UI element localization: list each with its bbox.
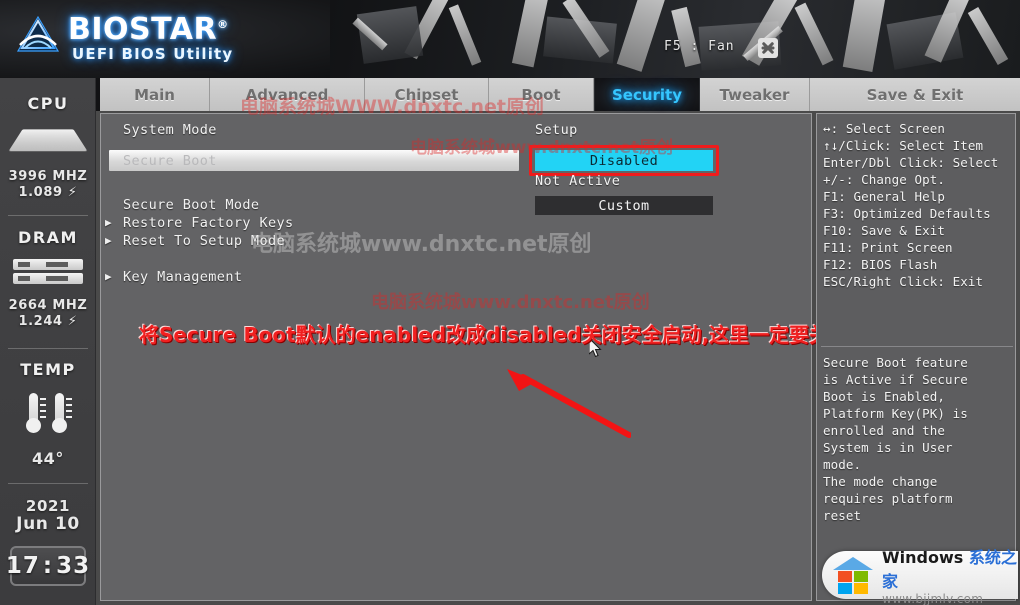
help-desc-line: Platform Key(PK) is bbox=[823, 406, 968, 421]
secure-boot-mode-value[interactable]: Custom bbox=[535, 196, 713, 215]
cpu-voltage: 1.089 ⚡ bbox=[18, 185, 78, 200]
clock-date: Jun 10 bbox=[16, 514, 80, 534]
help-key-line: F3: Optimized Defaults bbox=[823, 206, 991, 221]
site-url: www.bjjmlv.com bbox=[882, 592, 984, 605]
thermometer-icon bbox=[22, 393, 74, 435]
tab-main[interactable]: Main bbox=[100, 78, 210, 111]
biostar-mark-icon bbox=[16, 15, 60, 55]
clock-display: 17 : 33 bbox=[6, 546, 89, 586]
cpu-chip-icon bbox=[8, 123, 88, 153]
help-panel: ↔: Select Screen ↑↓/Click: Select Item E… bbox=[816, 113, 1016, 601]
annotation-text: 将Secure Boot默认的enabled改成disabled关闭安全启动,这… bbox=[139, 323, 850, 347]
tab-save-and-exit[interactable]: Save & Exit bbox=[810, 78, 1020, 111]
help-description: Secure Boot feature is Active if Secure … bbox=[823, 354, 1015, 524]
cpu-title: CPU bbox=[27, 94, 69, 113]
help-key-line: Enter/Dbl Click: Select bbox=[823, 155, 999, 170]
sidebar-dram-block: DRAM 2664 MHZ 1.244 ⚡ bbox=[0, 228, 96, 330]
help-key-list: ↔: Select Screen ↑↓/Click: Select Item E… bbox=[823, 120, 1013, 290]
secure-boot-state: Not Active bbox=[535, 173, 621, 189]
clock-year: 2021 bbox=[25, 497, 71, 515]
help-key-line: ↔: Select Screen bbox=[823, 121, 946, 136]
help-desc-line: Boot is Enabled, bbox=[823, 389, 946, 404]
dram-module-icon bbox=[13, 259, 83, 284]
help-desc-line: Secure Boot feature bbox=[823, 355, 968, 370]
watermark-grey-mid: 电脑系统城www.dnxtc.net原创 bbox=[251, 232, 592, 257]
tab-chipset[interactable]: Chipset bbox=[365, 78, 489, 111]
tab-advanced[interactable]: Advanced bbox=[210, 78, 365, 111]
biostar-logo: BIOSTAR® UEFI BIOS Utility bbox=[16, 12, 316, 68]
help-key-line: ↑↓/Click: Select Item bbox=[823, 138, 984, 153]
clock-minutes: 33 bbox=[56, 553, 91, 579]
dram-title: DRAM bbox=[18, 228, 78, 247]
help-key-line: F11: Print Screen bbox=[823, 240, 953, 255]
help-desc-line: reset bbox=[823, 508, 862, 523]
settings-panel: System Mode Setup Secure Boot Disabled N… bbox=[100, 113, 849, 601]
clock-colon: : bbox=[42, 553, 54, 579]
help-key-line: +/-: Change Opt. bbox=[823, 172, 946, 187]
annotation-highlight-box bbox=[529, 145, 719, 176]
temp-title: TEMP bbox=[20, 360, 76, 379]
top-banner: BIOSTAR® UEFI BIOS Utility F5 : Fan bbox=[0, 0, 1020, 78]
help-key-line: F1: General Help bbox=[823, 189, 946, 204]
sidebar-clock-block: 2021 Jun 10 17 : 33 bbox=[0, 498, 96, 586]
dram-voltage: 1.244 ⚡ bbox=[18, 314, 78, 329]
tab-boot[interactable]: Boot bbox=[489, 78, 594, 111]
sidebar-temp-block: TEMP 44° bbox=[0, 360, 96, 467]
help-desc-line: is Active if Secure bbox=[823, 372, 968, 387]
help-key-line: F10: Save & Exit bbox=[823, 223, 946, 238]
help-key-line: F12: BIOS Flash bbox=[823, 257, 938, 272]
tab-bar: Main Advanced Chipset Boot Security Twea… bbox=[0, 78, 1020, 111]
help-desc-line: enrolled and the bbox=[823, 423, 946, 438]
secure-boot-label: Secure Boot bbox=[123, 153, 217, 169]
key-management-item[interactable]: Key Management bbox=[105, 269, 242, 285]
fan-icon[interactable] bbox=[758, 38, 778, 58]
bios-screen: BIOSTAR® UEFI BIOS Utility F5 : Fan Main… bbox=[0, 0, 1020, 605]
sidebar-divider-1 bbox=[8, 215, 88, 216]
restore-factory-keys-item[interactable]: Restore Factory Keys bbox=[105, 215, 294, 231]
help-desc-line: The mode change bbox=[823, 474, 938, 489]
clock-hours: 17 bbox=[5, 553, 40, 579]
windows-house-icon bbox=[832, 557, 874, 594]
brand-subtitle: UEFI BIOS Utility bbox=[72, 45, 234, 63]
help-desc-line: System is in User bbox=[823, 440, 953, 455]
tab-security[interactable]: Security bbox=[594, 78, 700, 111]
site-watermark-logo: Windows 系统之家 www.bjjmlv.com bbox=[822, 548, 1018, 605]
tab-tweaker[interactable]: Tweaker bbox=[700, 78, 810, 111]
fan-hint-label: F5 : Fan bbox=[664, 39, 735, 54]
secure-boot-mode-label: Secure Boot Mode bbox=[123, 197, 260, 213]
dram-frequency: 2664 MHZ bbox=[8, 298, 88, 313]
cpu-frequency: 3996 MHZ bbox=[8, 169, 88, 184]
help-divider bbox=[821, 346, 1013, 347]
brand-name: BIOSTAR® bbox=[68, 12, 229, 47]
help-desc-line: mode. bbox=[823, 457, 862, 472]
site-watermark-text: Windows 系统之家 www.bjjmlv.com bbox=[882, 544, 1018, 605]
sidebar-divider-3 bbox=[8, 483, 88, 484]
site-title: Windows 系统之家 bbox=[882, 548, 1017, 591]
watermark-red-low: 电脑系统城www.dnxtc.net原创 bbox=[371, 292, 650, 313]
sidebar-divider-2 bbox=[8, 348, 88, 349]
help-key-line: ESC/Right Click: Exit bbox=[823, 274, 984, 289]
hardware-monitor-sidebar: CPU 3996 MHZ 1.089 ⚡ DRAM 2664 MHZ 1.244… bbox=[0, 78, 96, 605]
reset-to-setup-mode-item[interactable]: Reset To Setup Mode bbox=[105, 233, 285, 249]
temp-value: 44° bbox=[31, 449, 65, 468]
system-mode-label: System Mode bbox=[123, 122, 217, 138]
annotation-arrow bbox=[507, 369, 631, 438]
help-desc-line: requires platform bbox=[823, 491, 953, 506]
brand-registered-mark: ® bbox=[217, 18, 229, 31]
sidebar-cpu-block: CPU 3996 MHZ 1.089 ⚡ bbox=[0, 94, 96, 201]
system-mode-value: Setup bbox=[535, 122, 578, 138]
